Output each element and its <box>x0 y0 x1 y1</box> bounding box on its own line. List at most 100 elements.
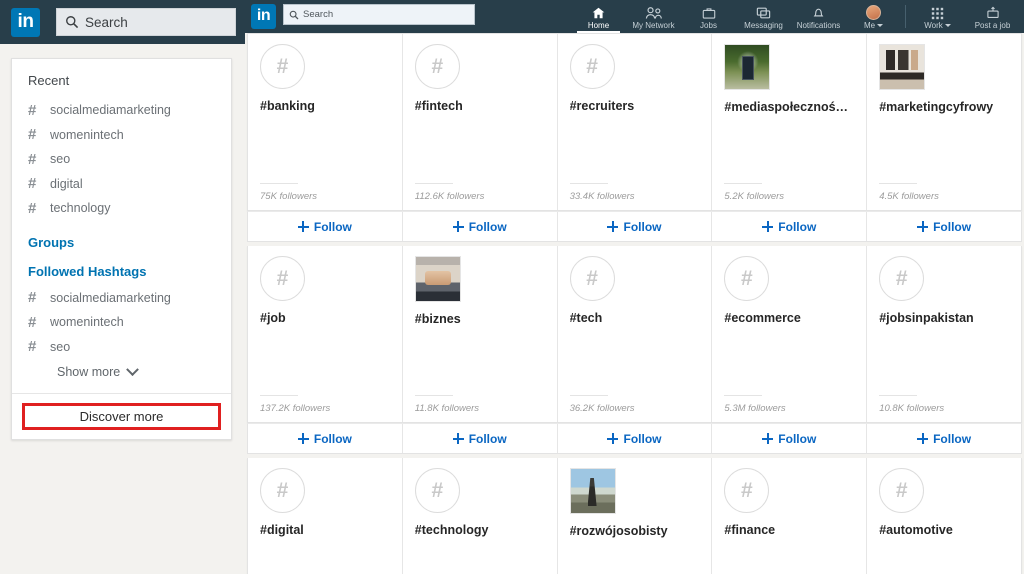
hashtag-card[interactable]: # #banking 75K followers <box>248 34 403 210</box>
hashtag-name: #tech <box>569 311 603 325</box>
hashtag-avatar-icon: # <box>414 468 460 513</box>
search-placeholder: Search <box>303 9 334 20</box>
hashtags-card: Recent # socialmediamarketing # womenint… <box>11 58 232 440</box>
card-rule <box>879 395 918 396</box>
nav-item-my-network[interactable]: My Network <box>626 0 681 33</box>
hashtag-avatar-icon: # <box>260 44 305 89</box>
hashtag-card[interactable]: # #jobsinpakistan 10.8K followers <box>867 246 1021 422</box>
nav-item-messaging[interactable]: Messaging <box>736 0 791 33</box>
follow-button[interactable]: Follow <box>867 424 1021 453</box>
nav-item-me[interactable]: Me <box>846 0 901 33</box>
hashtag-card[interactable]: # #digital 56.6K followers <box>248 458 403 574</box>
follow-button[interactable]: Follow <box>248 424 403 453</box>
chevron-down-icon <box>877 23 884 27</box>
follow-label: Follow <box>778 431 817 446</box>
follow-label: Follow <box>933 431 972 446</box>
plus-icon <box>297 221 309 232</box>
hashtag-card[interactable]: # #automotive 47.2K followers <box>867 458 1021 574</box>
hashtag-card[interactable]: # #fintech 112.6K followers <box>403 34 558 210</box>
nav-item-post-a-job[interactable]: Post a job <box>965 0 1020 33</box>
nav-item-home[interactable]: Home <box>571 0 626 33</box>
list-item-label: socialmediamarketing <box>50 290 171 305</box>
follow-button[interactable]: Follow <box>712 212 868 241</box>
hashtag-name: #ecommerce <box>724 311 801 325</box>
hashtag-avatar-icon: # <box>879 256 925 301</box>
show-more-label: Show more <box>57 365 121 379</box>
follow-label: Follow <box>313 219 352 234</box>
follower-count: 112.6K followers <box>414 191 485 202</box>
hashtag-row: # #job 137.2K followers #biznes 11.8K fo… <box>247 246 1022 423</box>
left-zoomed-panel: in Search Recent # socialmediamarketing … <box>0 0 245 574</box>
hashtag-name: #banking <box>260 99 315 113</box>
list-item[interactable]: # technology <box>12 196 231 221</box>
follow-button[interactable]: Follow <box>403 424 558 453</box>
left-search-input[interactable]: Search <box>56 8 236 36</box>
hashtag-grid: # #banking 75K followers # #fintech 112.… <box>245 33 1024 574</box>
hashtag-card[interactable]: #marketingcyfrowy 4.5K followers <box>867 34 1021 210</box>
plus-icon <box>607 433 619 444</box>
hashtag-card[interactable]: # #ecommerce 5.3M followers <box>712 246 868 422</box>
hashtag-card[interactable]: #biznes 11.8K followers <box>403 246 558 422</box>
list-item[interactable]: # womenintech <box>12 123 231 148</box>
list-item[interactable]: # seo <box>12 147 231 172</box>
plus-icon <box>297 433 309 444</box>
list-item[interactable]: # digital <box>12 172 231 197</box>
nav-item-jobs[interactable]: Jobs <box>681 0 736 33</box>
follow-button[interactable]: Follow <box>712 424 868 453</box>
hashtag-icon: # <box>28 150 37 168</box>
message-icon <box>756 5 771 20</box>
hashtag-name: #biznes <box>414 312 461 326</box>
follow-label: Follow <box>623 431 662 446</box>
follow-label: Follow <box>778 219 817 234</box>
follow-button[interactable]: Follow <box>558 212 713 241</box>
people-icon <box>645 5 663 20</box>
follower-count: 5.2K followers <box>724 191 785 202</box>
hashtag-avatar-icon: # <box>260 256 305 301</box>
card-rule <box>879 183 918 184</box>
hashtag-card[interactable]: # #finance 797.3K followers <box>712 458 868 574</box>
card-rule <box>569 395 608 396</box>
hashtag-card[interactable]: #rozwójosobisty 32.5K followers <box>558 458 713 574</box>
list-item[interactable]: # womenintech <box>12 310 231 335</box>
nav-item-label: Post a job <box>974 20 1011 30</box>
hashtag-icon: # <box>28 126 37 144</box>
followed-hashtags-link[interactable]: Followed Hashtags <box>12 257 231 286</box>
search-icon <box>66 16 79 29</box>
follow-button[interactable]: Follow <box>403 212 558 241</box>
follower-count: 4.5K followers <box>879 191 939 202</box>
hashtag-photo-thumbnail <box>414 256 461 302</box>
global-nav: in Search Home My Network Jobs Messaging… <box>245 0 1024 33</box>
follower-count: 75K followers <box>260 191 318 202</box>
hashtag-card[interactable]: # #job 137.2K followers <box>248 246 403 422</box>
hashtag-name: #rozwójosobisty <box>569 524 668 538</box>
follow-button[interactable]: Follow <box>867 212 1021 241</box>
nav-item-notifications[interactable]: Notifications <box>791 0 846 33</box>
hashtag-card[interactable]: # #technology 25.2M followers <box>403 458 558 574</box>
left-topbar: in Search <box>0 0 245 44</box>
hashtag-avatar-icon: # <box>260 468 305 513</box>
follower-count: 5.3M followers <box>724 403 786 414</box>
search-input[interactable]: Search <box>283 4 475 25</box>
groups-link[interactable]: Groups <box>12 221 231 257</box>
list-item[interactable]: # socialmediamarketing <box>12 98 231 123</box>
follow-button[interactable]: Follow <box>558 424 713 453</box>
list-item[interactable]: # socialmediamarketing <box>12 286 231 311</box>
linkedin-logo[interactable]: in <box>11 8 40 37</box>
chevron-down-icon <box>944 23 951 27</box>
nav-item-label: Work <box>924 21 951 30</box>
hashtag-card[interactable]: # #tech 36.2K followers <box>558 246 713 422</box>
nav-item-work[interactable]: Work <box>910 0 965 33</box>
linkedin-logo[interactable]: in <box>251 4 276 29</box>
hashtag-card[interactable]: # #recruiters 33.4K followers <box>558 34 713 210</box>
follow-button-row: Follow Follow Follow Follow Follow <box>247 211 1022 242</box>
plus-icon <box>762 221 774 232</box>
list-item[interactable]: # seo <box>12 335 231 360</box>
hashtag-name: #marketingcyfrowy <box>879 100 994 114</box>
show-more-button[interactable]: Show more <box>12 359 231 387</box>
list-item-label: seo <box>50 152 71 167</box>
follower-count: 36.2K followers <box>569 403 635 414</box>
discover-more-button[interactable]: Discover more <box>22 403 221 430</box>
follow-button[interactable]: Follow <box>248 212 403 241</box>
discover-more-wrap: Discover more <box>12 394 231 439</box>
hashtag-card[interactable]: #mediaspołecznościowe 5.2K followers <box>712 34 868 210</box>
